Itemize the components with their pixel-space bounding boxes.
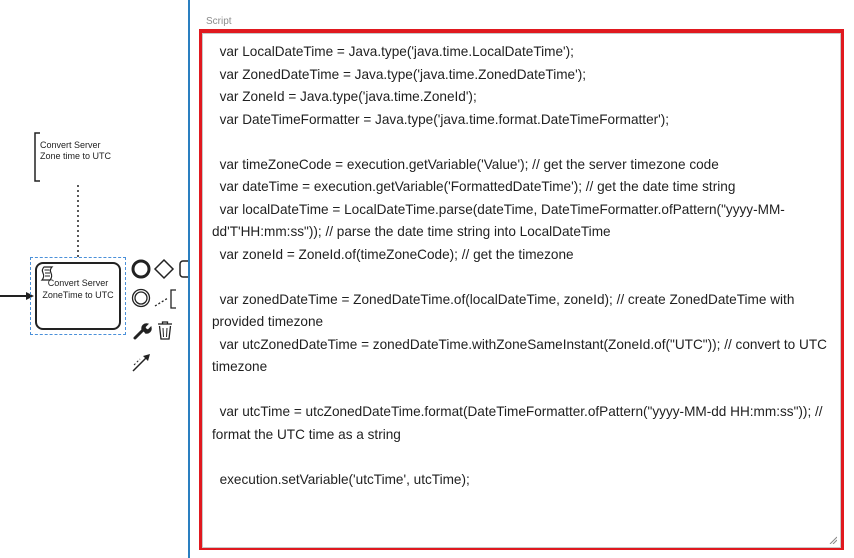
wrench-icon[interactable] xyxy=(131,320,153,342)
script-line: var zonedDateTime = ZonedDateTime.of(loc… xyxy=(212,291,799,330)
script-line: var utcZonedDateTime = zonedDateTime.wit… xyxy=(212,336,831,375)
task-icon[interactable] xyxy=(178,260,188,278)
text-annotation-icon[interactable] xyxy=(154,288,188,310)
script-line: var utcTime = utcZonedDateTime.format(Da… xyxy=(212,404,827,442)
script-textarea[interactable]: var LocalDateTime = Java.type('java.time… xyxy=(202,33,841,548)
script-line xyxy=(212,379,832,402)
script-line xyxy=(212,266,832,289)
script-line: var zoneId = ZoneId.of(timeZoneCode); //… xyxy=(212,246,574,262)
script-line xyxy=(212,446,832,469)
script-line: var dateTime = execution.getVariable('Fo… xyxy=(212,179,736,194)
properties-panel: Script var LocalDateTime = Java.type('ja… xyxy=(190,0,854,558)
trash-icon[interactable] xyxy=(156,320,174,342)
intermediate-event-icon[interactable] xyxy=(131,288,151,308)
text-annotation[interactable]: Convert Server Zone time to UTC xyxy=(40,140,120,162)
task-label: Convert Server ZoneTime to UTC xyxy=(42,278,114,300)
script-line: var DateTimeFormatter = Java.type('java.… xyxy=(212,111,670,127)
gateway-icon[interactable] xyxy=(153,258,175,280)
script-line: execution.setVariable('utcTime', utcTime… xyxy=(212,471,470,487)
diagram-canvas[interactable]: Convert Server Zone time to UTC Convert … xyxy=(0,0,188,558)
script-task[interactable]: Convert Server ZoneTime to UTC xyxy=(35,262,121,330)
script-line: var ZoneId = Java.type('java.time.ZoneId… xyxy=(212,89,477,104)
script-line xyxy=(212,131,832,154)
connect-icon[interactable] xyxy=(131,351,153,373)
script-line: var LocalDateTime = Java.type('java.time… xyxy=(212,44,574,59)
resize-grip-icon[interactable] xyxy=(829,536,837,544)
script-line: var localDateTime = LocalDateTime.parse(… xyxy=(212,201,785,240)
script-field-label: Script xyxy=(206,16,232,27)
end-event-icon[interactable] xyxy=(131,259,151,279)
script-line: var ZonedDateTime = Java.type('java.time… xyxy=(212,66,587,82)
script-line: var timeZoneCode = execution.getVariable… xyxy=(212,156,719,172)
